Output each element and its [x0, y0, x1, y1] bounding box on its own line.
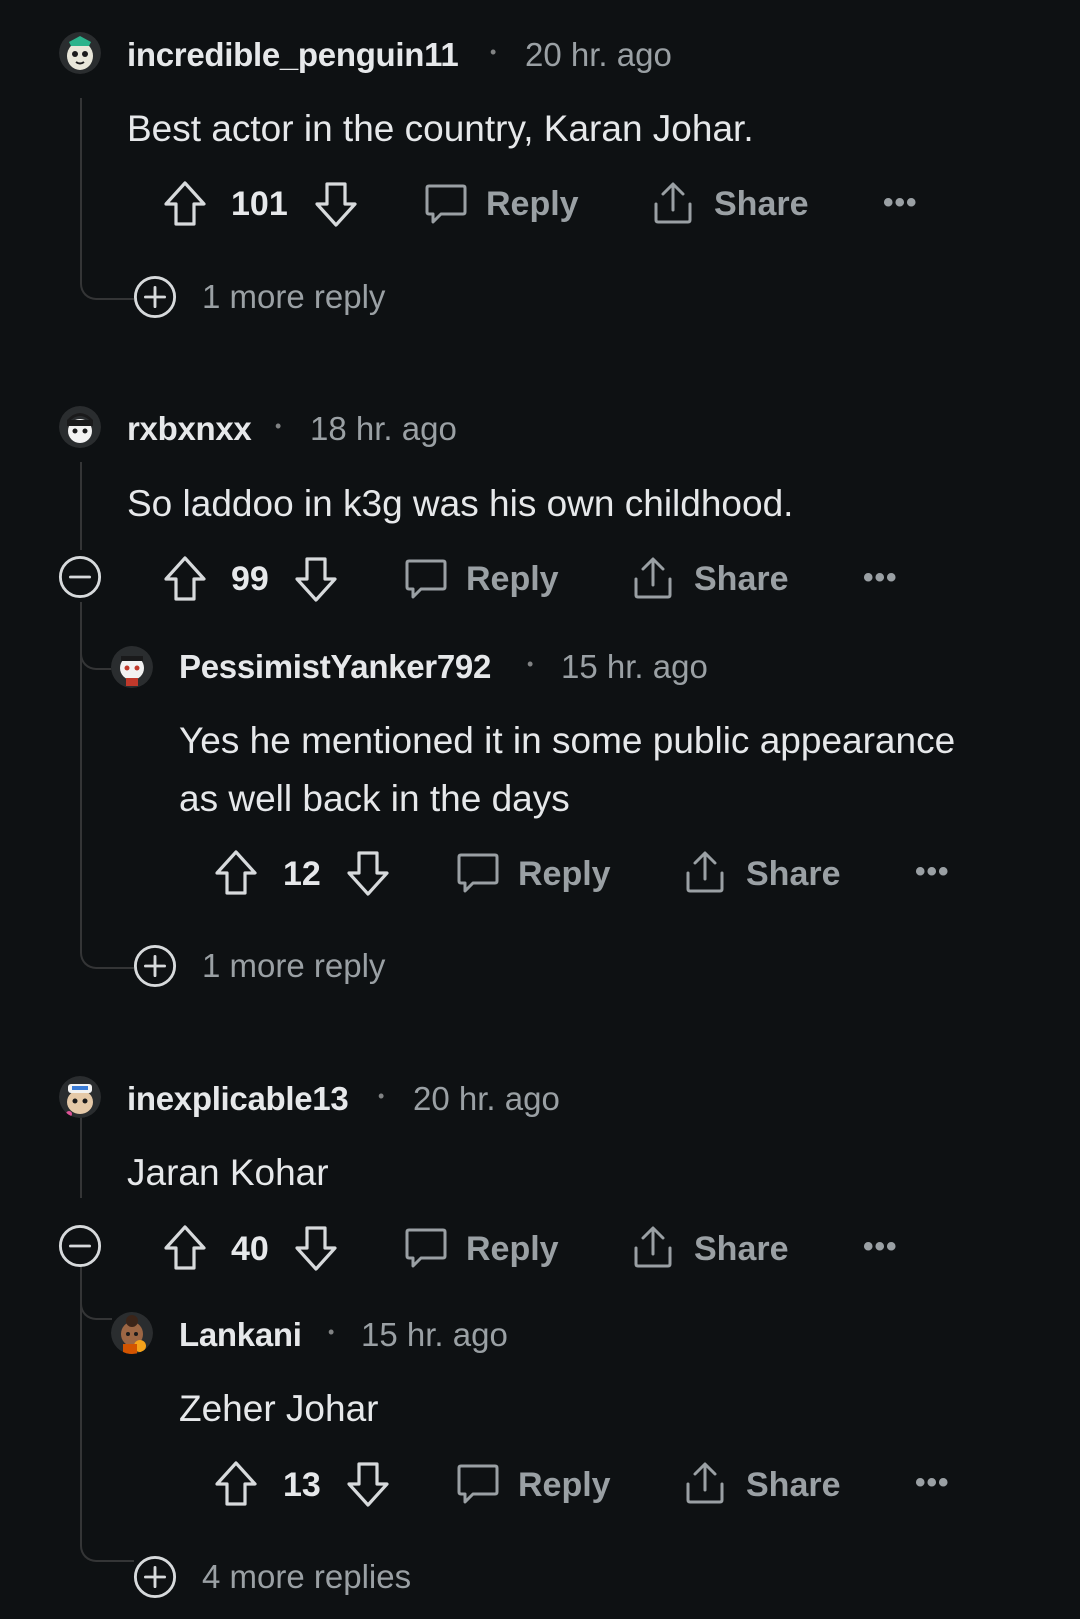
separator-dot: • [527, 654, 534, 674]
share-upload-icon[interactable] [630, 1224, 676, 1270]
comment-username[interactable]: rxbxnxx [127, 410, 252, 448]
comment-body-line: So laddoo in k3g was his own childhood. [127, 483, 794, 524]
share-upload-icon[interactable] [630, 555, 676, 601]
more-options-icon[interactable]: ••• [915, 1466, 950, 1500]
minus-circle-icon[interactable] [58, 1224, 102, 1268]
comment-body-line: Jaran Kohar [127, 1152, 329, 1193]
downvote-arrow-icon[interactable] [294, 1224, 338, 1272]
avatar[interactable] [59, 32, 101, 74]
reply-button[interactable]: Reply [518, 855, 611, 894]
thread-elbow [80, 1282, 112, 1320]
share-button[interactable]: Share [714, 185, 809, 224]
comment-username[interactable]: incredible_penguin11 [127, 36, 459, 74]
downvote-arrow-icon[interactable] [346, 849, 390, 897]
more-replies-link[interactable]: 1 more reply [202, 947, 385, 985]
separator-dot: • [275, 416, 282, 436]
more-options-icon[interactable]: ••• [915, 855, 950, 889]
comment-body-line: Zeher Johar [179, 1388, 379, 1429]
reply-button[interactable]: Reply [466, 1230, 559, 1269]
thread-elbow [80, 1530, 134, 1562]
thread-elbow [80, 937, 134, 969]
reply-button[interactable]: Reply [486, 185, 579, 224]
share-button[interactable]: Share [694, 560, 789, 599]
upvote-arrow-icon[interactable] [214, 849, 258, 897]
vote-count: 40 [231, 1230, 269, 1268]
comment-timestamp: 18 hr. ago [310, 410, 457, 447]
more-options-icon[interactable]: ••• [863, 561, 898, 595]
speech-bubble-icon[interactable] [455, 850, 501, 896]
avatar[interactable] [111, 646, 153, 688]
thread-line [80, 462, 82, 550]
more-options-icon[interactable]: ••• [863, 1230, 898, 1264]
speech-bubble-icon[interactable] [403, 1225, 449, 1271]
speech-bubble-icon[interactable] [455, 1461, 501, 1507]
downvote-arrow-icon[interactable] [314, 180, 358, 228]
comment-body-line: Yes he mentioned it in some public appea… [179, 720, 956, 761]
vote-count: 13 [283, 1466, 321, 1504]
thread-elbow [80, 272, 134, 300]
comment-body-line: as well back in the days [179, 778, 570, 819]
separator-dot: • [490, 42, 497, 62]
comment-timestamp: 20 hr. ago [525, 36, 672, 73]
reply-button[interactable]: Reply [518, 1466, 611, 1505]
comment-body: Best actor in the country, Karan Johar. [127, 100, 754, 158]
comment-body-line: Best actor in the country, Karan Johar. [127, 108, 754, 149]
comment-timestamp: 15 hr. ago [561, 648, 708, 685]
more-replies-link[interactable]: 1 more reply [202, 278, 385, 316]
share-upload-icon[interactable] [650, 180, 696, 226]
separator-dot: • [328, 1322, 335, 1342]
plus-circle-icon[interactable] [133, 275, 177, 319]
comment-body: So laddoo in k3g was his own childhood. [127, 475, 793, 533]
more-options-icon[interactable]: ••• [883, 186, 918, 220]
thread-line [80, 98, 82, 273]
avatar[interactable] [111, 1312, 153, 1354]
thread-elbow [80, 632, 112, 670]
vote-count: 12 [283, 855, 321, 893]
thread-line [80, 1110, 82, 1198]
reply-button[interactable]: Reply [466, 560, 559, 599]
avatar[interactable] [59, 406, 101, 448]
avatar[interactable] [59, 1076, 101, 1118]
plus-circle-icon[interactable] [133, 944, 177, 988]
separator-dot: • [378, 1086, 385, 1106]
downvote-arrow-icon[interactable] [294, 555, 338, 603]
share-upload-icon[interactable] [682, 1460, 728, 1506]
comment-body: Jaran Kohar [127, 1144, 329, 1202]
comment-timestamp: 15 hr. ago [361, 1316, 508, 1353]
speech-bubble-icon[interactable] [403, 556, 449, 602]
speech-bubble-icon[interactable] [423, 181, 469, 227]
share-button[interactable]: Share [694, 1230, 789, 1269]
share-upload-icon[interactable] [682, 849, 728, 895]
comment-username[interactable]: PessimistYanker792 [179, 648, 491, 686]
upvote-arrow-icon[interactable] [163, 1224, 207, 1272]
upvote-arrow-icon[interactable] [163, 180, 207, 228]
vote-count: 101 [231, 185, 288, 223]
downvote-arrow-icon[interactable] [346, 1460, 390, 1508]
comment-username[interactable]: inexplicable13 [127, 1080, 349, 1118]
plus-circle-icon[interactable] [133, 1555, 177, 1599]
comment-username[interactable]: Lankani [179, 1316, 302, 1354]
vote-count: 99 [231, 560, 269, 598]
upvote-arrow-icon[interactable] [163, 555, 207, 603]
upvote-arrow-icon[interactable] [214, 1460, 258, 1508]
more-replies-link[interactable]: 4 more replies [202, 1558, 411, 1596]
comment-body: Yes he mentioned it in some public appea… [179, 712, 955, 828]
share-button[interactable]: Share [746, 1466, 841, 1505]
comment-timestamp: 20 hr. ago [413, 1080, 560, 1117]
minus-circle-icon[interactable] [58, 555, 102, 599]
comment-body: Zeher Johar [179, 1380, 379, 1438]
share-button[interactable]: Share [746, 855, 841, 894]
